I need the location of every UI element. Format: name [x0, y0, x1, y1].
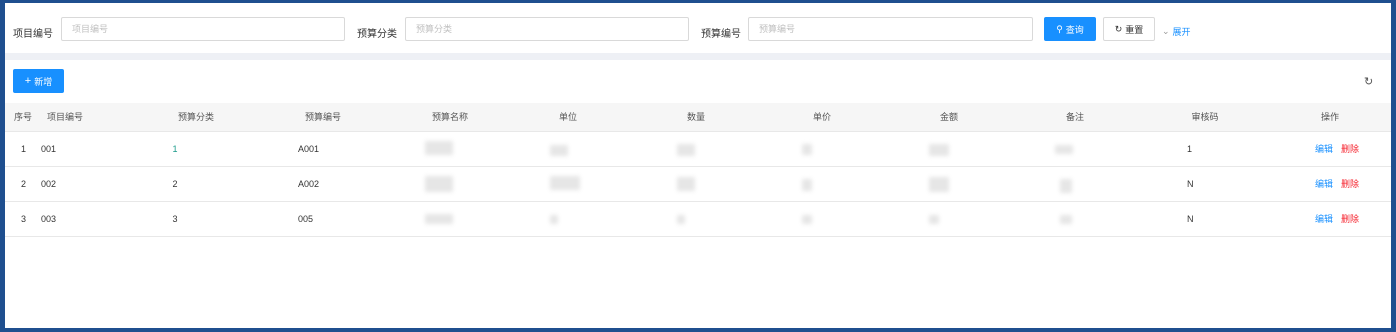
row-actions: 编辑 删除 [1315, 202, 1359, 236]
delete-link[interactable]: 删除 [1341, 214, 1359, 224]
table-row: 1 001 1 A001 1 编辑 删除 [5, 132, 1391, 167]
reset-button-label: 重置 [1125, 24, 1144, 35]
edit-link[interactable]: 编辑 [1315, 144, 1333, 154]
reset-icon: ↻ [1114, 23, 1123, 34]
project-no-input[interactable] [61, 17, 345, 41]
header-unit-price: 单价 [812, 112, 832, 122]
plus-icon: + [24, 75, 32, 87]
project-no-label: 项目编号 [13, 29, 53, 40]
row-project-no: 002 [41, 179, 57, 189]
row-project-no: 003 [41, 214, 57, 224]
redacted-amount [929, 215, 939, 224]
row-actions: 编辑 删除 [1315, 132, 1359, 166]
row-actions: 编辑 删除 [1315, 167, 1359, 201]
row-category: 3 [172, 214, 178, 224]
row-index: 2 [21, 179, 27, 189]
table-header: 序号 项目编号 预算分类 预算编号 预算名称 单位 数量 单价 金额 备注 审核… [5, 103, 1391, 132]
redacted-quantity [677, 215, 685, 224]
category-input[interactable] [405, 17, 689, 41]
redacted-remark [1060, 215, 1072, 224]
row-project-no: 001 [41, 144, 57, 154]
delete-link[interactable]: 删除 [1341, 144, 1359, 154]
search-form: 项目编号 预算分类 预算编号 ⚲ 查询 ↻ 重置 ⌄ 展开 [5, 3, 1391, 53]
row-budget-no: 005 [298, 214, 314, 224]
header-project-no: 项目编号 [47, 112, 84, 122]
category-label: 预算分类 [357, 29, 397, 40]
chevron-down-icon: ⌄ [1162, 26, 1170, 36]
header-index: 序号 [14, 112, 33, 122]
expand-link[interactable]: ⌄ 展开 [1162, 25, 1191, 38]
edit-link[interactable]: 编辑 [1315, 179, 1333, 189]
row-audit: N [1187, 179, 1194, 189]
redacted-amount [929, 177, 949, 192]
budget-table: 序号 项目编号 预算分类 预算编号 预算名称 单位 数量 单价 金额 备注 审核… [5, 103, 1391, 237]
redacted-amount [929, 144, 949, 156]
header-name: 预算名称 [431, 112, 469, 122]
redacted-quantity [677, 177, 695, 191]
redacted-unit-price [802, 144, 812, 155]
redacted-name [425, 141, 453, 155]
add-button-label: 新增 [34, 76, 53, 87]
table-toolbar: + 新增 ↻ [5, 60, 1391, 103]
redacted-unit-price [802, 179, 812, 191]
header-remark: 备注 [1065, 112, 1085, 122]
row-index: 1 [21, 144, 27, 154]
budget-no-label: 预算编号 [701, 29, 741, 40]
redacted-name [425, 214, 453, 224]
row-audit: 1 [1187, 144, 1193, 154]
redacted-unit [550, 145, 568, 156]
row-category: 2 [172, 179, 178, 189]
row-index: 3 [21, 214, 27, 224]
query-button-label: 查询 [1065, 24, 1084, 35]
header-budget-no: 预算编号 [304, 112, 342, 122]
redacted-remark [1060, 179, 1072, 193]
refresh-icon[interactable]: ↻ [1364, 75, 1373, 88]
redacted-name [425, 176, 453, 192]
table-row: 2 002 2 A002 N 编辑 删除 [5, 167, 1391, 202]
redacted-remark [1055, 145, 1073, 154]
section-divider [5, 53, 1391, 60]
header-audit: 审核码 [1191, 112, 1219, 122]
budget-no-input[interactable] [748, 17, 1033, 41]
reset-button[interactable]: ↻ 重置 [1103, 17, 1155, 41]
query-button[interactable]: ⚲ 查询 [1044, 17, 1096, 41]
expand-link-label: 展开 [1172, 27, 1191, 37]
redacted-unit [550, 176, 580, 190]
delete-link[interactable]: 删除 [1341, 179, 1359, 189]
search-icon: ⚲ [1056, 23, 1063, 34]
redacted-unit-price [802, 215, 812, 224]
header-quantity: 数量 [686, 112, 706, 122]
table-row: 3 003 3 005 N 编辑 删除 [5, 202, 1391, 237]
edit-link[interactable]: 编辑 [1315, 214, 1333, 224]
row-budget-no: A001 [298, 144, 320, 154]
add-button[interactable]: + 新增 [13, 69, 64, 93]
app-frame: 项目编号 预算分类 预算编号 ⚲ 查询 ↻ 重置 ⌄ 展开 + 新增 ↻ 序号 … [0, 0, 1396, 332]
row-category: 1 [172, 144, 178, 154]
redacted-unit [550, 215, 558, 224]
header-actions: 操作 [1320, 112, 1340, 122]
header-category: 预算分类 [177, 112, 215, 122]
row-audit: N [1187, 214, 1194, 224]
header-unit: 单位 [558, 112, 578, 122]
row-budget-no: A002 [298, 179, 320, 189]
redacted-quantity [677, 144, 695, 156]
header-amount: 金额 [939, 112, 959, 122]
